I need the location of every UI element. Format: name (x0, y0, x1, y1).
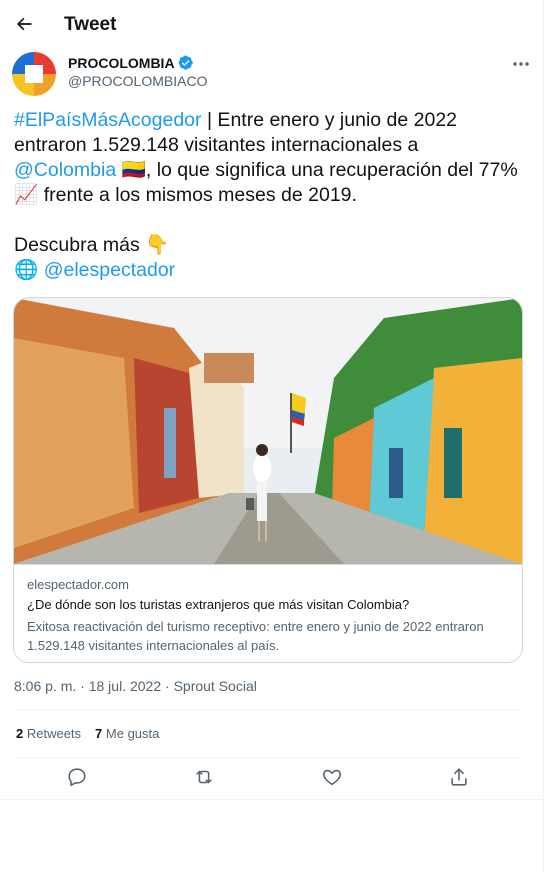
retweets-label: Retweets (23, 726, 82, 741)
page-title: Tweet (64, 14, 117, 35)
tweet-date[interactable]: 18 jul. 2022 (89, 678, 161, 694)
tweet-author: PROCOLOMBIA @PROCOLOMBIACO (12, 50, 532, 98)
back-arrow-icon[interactable] (14, 14, 34, 34)
tweet-text-part: , lo que significa una recuperación del … (145, 159, 518, 181)
more-options-icon[interactable] (510, 56, 532, 72)
chart-increasing-emoji: 📈 (14, 184, 39, 206)
card-description: Exitosa reactivación del turismo recepti… (27, 619, 484, 653)
reply-icon[interactable] (66, 766, 88, 788)
like-heart-icon[interactable] (321, 766, 343, 788)
divider (14, 709, 522, 710)
tweet-meta: 8:06 p. m. · 18 jul. 2022 · Sprout Socia… (14, 678, 257, 694)
card-title[interactable]: ¿De dónde son los turistas extranjeros q… (27, 597, 409, 612)
author-name-row[interactable]: PROCOLOMBIA (68, 55, 194, 71)
author-handle[interactable]: @PROCOLOMBIACO (68, 73, 207, 89)
meta-separator: · (161, 678, 174, 694)
street-photo[interactable] (14, 298, 522, 564)
tweet-header: Tweet (0, 0, 544, 50)
tweet-text-part: Descubra más (14, 234, 146, 256)
card-body[interactable]: elespectador.com ¿De dónde son los turis… (14, 564, 522, 662)
divider (0, 799, 544, 800)
tweet-text: #ElPaísMásAcogedor | Entre enero y junio… (14, 108, 524, 283)
card-domain: elespectador.com (27, 577, 129, 592)
retweets-stat[interactable]: 2 Retweets (16, 726, 81, 741)
tweet-stats: 2 Retweets 7 Me gusta (16, 726, 159, 741)
pointing-down-emoji: 👇 (145, 234, 170, 256)
divider (14, 757, 522, 758)
verified-badge-icon (178, 55, 193, 70)
tweet-source[interactable]: Sprout Social (174, 678, 257, 694)
colombia-flag-emoji: 🇨🇴 (121, 159, 146, 181)
link-preview-card[interactable]: elespectador.com ¿De dónde son los turis… (13, 297, 523, 663)
tweet-actions (0, 766, 544, 790)
author-name[interactable]: PROCOLOMBIA (68, 55, 175, 71)
tweet-text-part: frente a los mismos meses de 2019. (38, 184, 357, 206)
meta-separator: · (76, 678, 89, 694)
mention-elespectador-link[interactable]: @elespectador (44, 259, 175, 281)
likes-stat[interactable]: 7 Me gusta (95, 726, 159, 741)
retweet-icon[interactable] (193, 766, 215, 788)
likes-label: Me gusta (102, 726, 160, 741)
mention-colombia-link[interactable]: @Colombia (14, 159, 116, 181)
hashtag-link[interactable]: #ElPaísMásAcogedor (14, 109, 202, 131)
avatar[interactable] (12, 52, 56, 96)
globe-emoji: 🌐 (14, 259, 39, 281)
tweet-time[interactable]: 8:06 p. m. (14, 678, 76, 694)
share-icon[interactable] (448, 766, 470, 788)
